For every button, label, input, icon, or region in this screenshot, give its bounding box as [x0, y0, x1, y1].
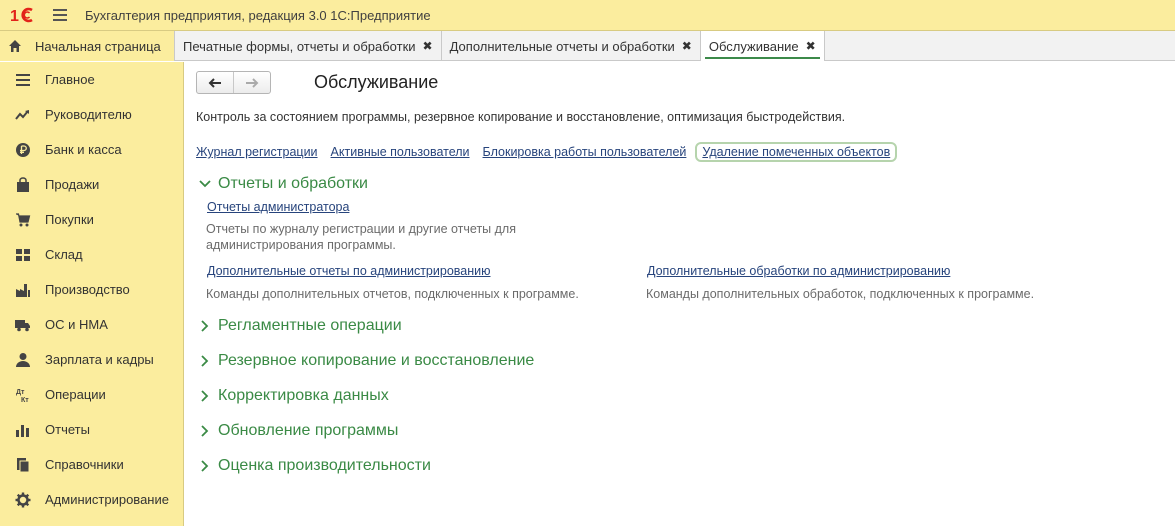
tab-label: Дополнительные отчеты и обработки — [449, 38, 675, 54]
bar-chart-icon — [15, 422, 31, 438]
chevron-down-icon — [199, 180, 211, 188]
sidebar-item-label: Покупки — [45, 212, 94, 227]
sidebar-item-administration[interactable]: Администрирование — [0, 482, 183, 517]
1c-logo[interactable]: 1 — [10, 5, 44, 25]
section-title: Обновление программы — [218, 422, 399, 439]
trend-icon — [15, 107, 31, 123]
tab-label: Печатные формы, отчеты и обработки — [183, 38, 416, 54]
sidebar-item-label: Руководителю — [45, 107, 132, 122]
sidebar-item-label: Отчеты — [45, 422, 90, 437]
section-data-correction[interactable]: Корректировка данных — [198, 387, 389, 405]
page-title: Обслуживание — [314, 72, 439, 92]
close-icon[interactable]: ✖ — [682, 39, 692, 53]
tab-label: Начальная страница — [35, 38, 161, 54]
sidebar-item-salary[interactable]: Зарплата и кадры — [0, 342, 183, 377]
sidebar-item-bank[interactable]: Банк и касса — [0, 132, 183, 167]
chevron-right-icon — [201, 460, 209, 472]
section-performance-evaluation[interactable]: Оценка производительности — [198, 457, 431, 475]
sidebar-item-label: Производство — [45, 282, 130, 297]
additional-admin-reports-description: Команды дополнительных отчетов, подключе… — [206, 287, 579, 301]
arrow-left-icon — [208, 77, 221, 88]
quick-links: Журнал регистрации Активные пользователи… — [196, 142, 898, 162]
link-admin-reports[interactable]: Отчеты администратора — [207, 200, 349, 214]
sidebar-item-operations[interactable]: Дт Кт Операции — [0, 377, 183, 412]
sidebar-item-catalogs[interactable]: Справочники — [0, 447, 183, 482]
section-title: Отчеты и обработки — [218, 175, 368, 192]
link-active-users[interactable]: Активные пользователи — [331, 145, 470, 159]
section-program-update[interactable]: Обновление программы — [198, 422, 398, 440]
tab-home[interactable]: Начальная страница — [0, 31, 175, 61]
cart-icon — [15, 212, 31, 228]
section-title: Регламентные операции — [218, 317, 402, 334]
back-button[interactable] — [197, 72, 233, 93]
sidebar-item-sales[interactable]: Продажи — [0, 167, 183, 202]
arrow-right-icon — [246, 77, 259, 88]
additional-admin-processing-description: Команды дополнительных обработок, подклю… — [646, 287, 1035, 301]
sidebar-item-fixed-assets[interactable]: ОС и НМА — [0, 307, 183, 342]
sidebar-item-reports[interactable]: Отчеты — [0, 412, 183, 447]
sidebar-item-production[interactable]: Производство — [0, 272, 183, 307]
factory-icon — [15, 282, 31, 298]
sidebar-item-main[interactable]: Главное — [0, 62, 183, 97]
warehouse-icon — [15, 247, 31, 263]
tab-additional-reports[interactable]: Дополнительные отчеты и обработки ✖ — [442, 31, 701, 61]
svg-text:1: 1 — [10, 8, 19, 24]
person-icon — [15, 352, 31, 368]
section-backup-restore[interactable]: Резервное копирование и восстановление — [198, 352, 534, 370]
sidebar-item-label: Склад — [45, 247, 83, 262]
title-bar: 1 Бухгалтерия предприятия, редакция 3.0 … — [0, 0, 1175, 31]
sidebar-item-label: Операции — [45, 387, 106, 402]
link-delete-marked-objects[interactable]: Удаление помеченных объектов — [695, 142, 898, 162]
link-event-log[interactable]: Журнал регистрации — [196, 145, 318, 159]
section-title: Корректировка данных — [218, 387, 389, 404]
sections-sidebar: Главное Руководителю Банк и касса Продаж… — [0, 62, 184, 526]
open-tabs: Начальная страница Печатные формы, отчет… — [0, 31, 1175, 61]
gear-icon — [15, 492, 31, 508]
chevron-right-icon — [201, 425, 209, 437]
page-description: Контроль за состоянием программы, резерв… — [196, 110, 846, 124]
sidebar-item-label: Продажи — [45, 177, 100, 192]
link-block-users[interactable]: Блокировка работы пользователей — [483, 145, 687, 159]
navigation-buttons — [196, 71, 271, 94]
description-line: Отчеты по журналу регистрации и другие о… — [206, 222, 516, 236]
svg-text:Дт: Дт — [16, 389, 25, 396]
section-scheduled-operations[interactable]: Регламентные операции — [198, 317, 402, 335]
chevron-right-icon — [201, 355, 209, 367]
sidebar-item-label: Главное — [45, 72, 95, 87]
home-icon — [9, 40, 21, 52]
section-title: Резервное копирование и восстановление — [218, 352, 535, 369]
section-title: Оценка производительности — [218, 457, 431, 474]
sidebar-item-label: Администрирование — [45, 492, 169, 507]
tab-label: Обслуживание — [708, 38, 799, 54]
close-icon[interactable]: ✖ — [423, 39, 433, 53]
dt-kt-icon: Дт Кт — [15, 387, 31, 403]
svg-text:Кт: Кт — [21, 397, 29, 403]
app-title: Бухгалтерия предприятия, редакция 3.0 1С… — [85, 7, 431, 23]
section-reports-and-processing[interactable]: Отчеты и обработки — [198, 175, 368, 193]
list-icon — [15, 72, 31, 88]
link-additional-admin-reports[interactable]: Дополнительные отчеты по администрирован… — [207, 264, 490, 278]
description-line: администрирования программы. — [206, 238, 396, 252]
ruble-icon — [15, 142, 31, 158]
truck-icon — [15, 317, 31, 333]
tab-maintenance[interactable]: Обслуживание ✖ — [700, 31, 825, 61]
sidebar-item-label: ОС и НМА — [45, 317, 108, 332]
forward-button[interactable] — [233, 72, 270, 93]
books-icon — [15, 457, 31, 473]
admin-reports-description: Отчеты по журналу регистрации и другие о… — [206, 221, 516, 253]
sidebar-item-warehouse[interactable]: Склад — [0, 237, 183, 272]
close-icon[interactable]: ✖ — [806, 39, 816, 53]
sidebar-item-purchases[interactable]: Покупки — [0, 202, 183, 237]
sidebar-item-manager[interactable]: Руководителю — [0, 97, 183, 132]
sidebar-item-label: Зарплата и кадры — [45, 352, 154, 367]
sidebar-item-label: Справочники — [45, 457, 124, 472]
sidebar-item-label: Банк и касса — [45, 142, 122, 157]
main-panel: Обслуживание Контроль за состоянием прог… — [184, 62, 1175, 526]
chevron-right-icon — [201, 320, 209, 332]
bag-icon — [15, 176, 31, 193]
link-additional-admin-processing[interactable]: Дополнительные обработки по администриро… — [647, 264, 950, 278]
chevron-right-icon — [201, 390, 209, 402]
menu-icon[interactable] — [53, 9, 67, 21]
tab-print-forms[interactable]: Печатные формы, отчеты и обработки ✖ — [175, 31, 442, 61]
